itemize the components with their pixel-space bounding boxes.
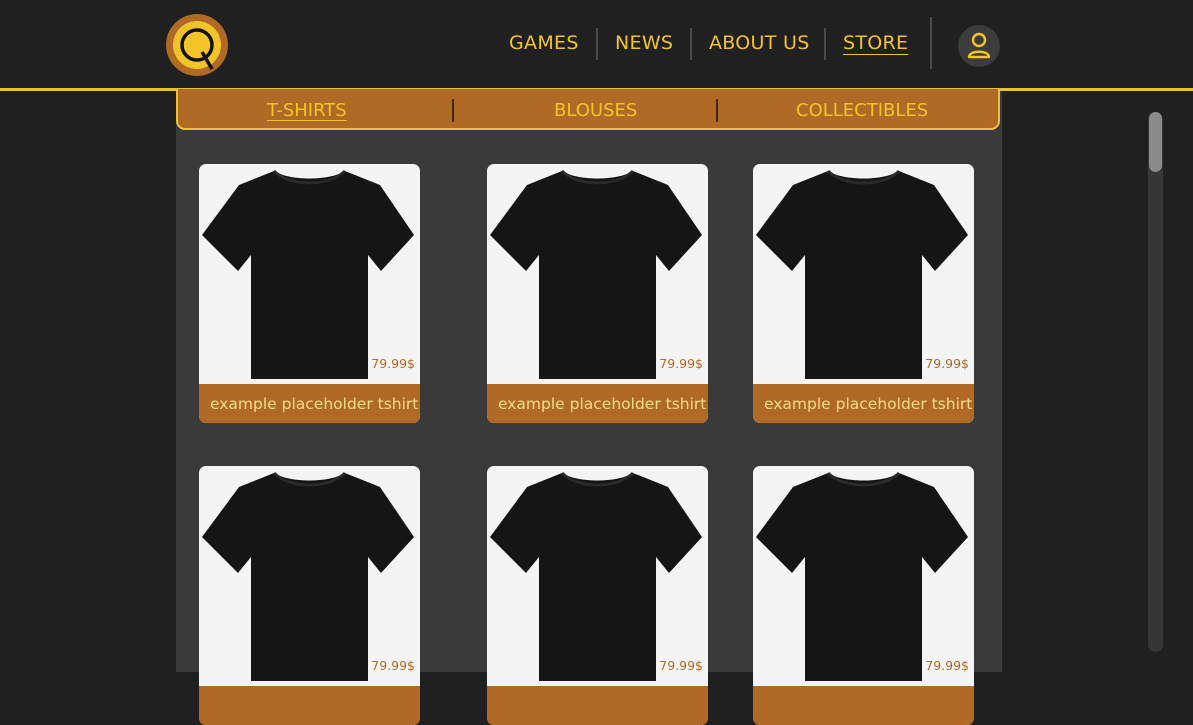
product-name-bar[interactable]	[753, 686, 974, 725]
product-card[interactable]: 79.99$	[487, 466, 708, 725]
product-price: 79.99$	[371, 658, 415, 673]
tab-collectibles[interactable]: COLLECTIBLES	[796, 100, 928, 121]
user-icon	[967, 32, 991, 59]
product-name-bar[interactable]	[487, 686, 708, 725]
user-account-button[interactable]	[958, 25, 1000, 67]
tshirt-icon	[202, 169, 414, 379]
product-price: 79.99$	[371, 356, 415, 371]
product-image[interactable]	[487, 164, 708, 384]
nav-news[interactable]: NEWS	[615, 32, 673, 54]
product-card[interactable]: 79.99$	[199, 466, 420, 725]
tshirt-icon	[490, 471, 702, 681]
product-card[interactable]: 79.99$ example placeholder tshirt	[487, 164, 708, 423]
product-price: 79.99$	[659, 356, 703, 371]
tab-divider	[716, 99, 718, 122]
nav-about-us[interactable]: ABOUT US	[709, 32, 810, 54]
product-image[interactable]	[753, 466, 974, 686]
scrollbar[interactable]	[1148, 112, 1163, 652]
tab-divider	[452, 99, 454, 122]
tshirt-icon	[756, 471, 968, 681]
nav-games[interactable]: GAMES	[509, 32, 579, 54]
product-name: example placeholder tshirt	[210, 395, 419, 413]
product-image[interactable]	[199, 164, 420, 384]
product-image[interactable]	[199, 466, 420, 686]
category-tabs: T-SHIRTS BLOUSES COLLECTIBLES	[176, 89, 1000, 130]
product-name: example placeholder tshirt	[764, 395, 973, 413]
nav-divider	[596, 28, 598, 60]
product-image[interactable]	[753, 164, 974, 384]
tshirt-icon	[490, 169, 702, 379]
product-name: example placeholder tshirt	[498, 395, 707, 413]
q-logo-icon[interactable]	[166, 14, 228, 76]
tshirt-icon	[202, 471, 414, 681]
product-name-bar[interactable]: example placeholder tshirt	[199, 384, 420, 423]
nav-divider	[690, 28, 692, 60]
tab-t-shirts[interactable]: T-SHIRTS	[267, 100, 347, 121]
scrollbar-thumb[interactable]	[1149, 112, 1162, 172]
tab-blouses[interactable]: BLOUSES	[554, 100, 637, 121]
nav-divider	[930, 17, 932, 69]
product-name-bar[interactable]: example placeholder tshirt	[753, 384, 974, 423]
product-price: 79.99$	[925, 658, 969, 673]
product-card[interactable]: 79.99$	[753, 466, 974, 725]
product-card[interactable]: 79.99$ example placeholder tshirt	[199, 164, 420, 423]
nav-store[interactable]: STORE	[843, 32, 908, 54]
nav-divider	[824, 28, 826, 60]
product-name-bar[interactable]	[199, 686, 420, 725]
tshirt-icon	[756, 169, 968, 379]
product-price: 79.99$	[659, 658, 703, 673]
top-header: GAMES NEWS ABOUT US STORE	[0, 0, 1193, 91]
product-price: 79.99$	[925, 356, 969, 371]
product-card[interactable]: 79.99$ example placeholder tshirt	[753, 164, 974, 423]
product-name-bar[interactable]: example placeholder tshirt	[487, 384, 708, 423]
product-image[interactable]	[487, 466, 708, 686]
